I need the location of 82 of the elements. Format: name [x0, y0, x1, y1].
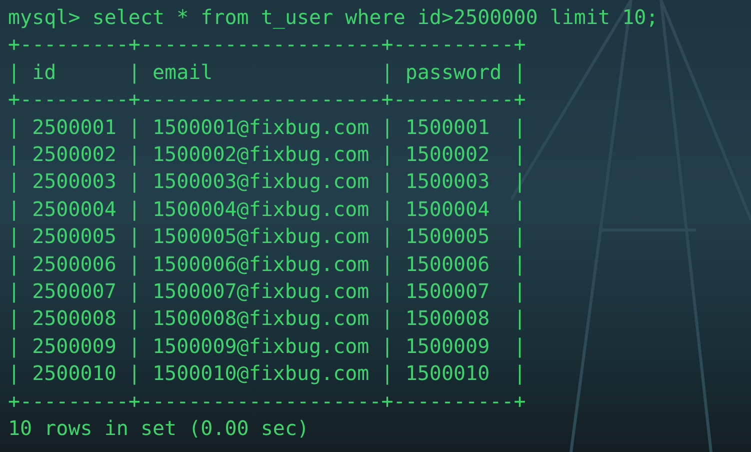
table-cell: 2500006 — [32, 252, 116, 276]
column-separator: | — [381, 223, 394, 250]
column-separator: | — [381, 196, 394, 223]
column-separator: | — [381, 305, 394, 332]
table-cell: 1500004 — [405, 196, 490, 221]
column-separator: | — [514, 332, 526, 360]
table-cell: 1500003 — [405, 169, 490, 194]
table-cell: 2500003 — [32, 169, 116, 194]
table-cell: 1500009 — [405, 334, 490, 358]
column-separator: | — [128, 114, 140, 141]
column-separator: | — [381, 168, 394, 196]
table-cell: 2500005 — [32, 224, 116, 248]
column-separator: | — [8, 223, 20, 250]
column-separator: | — [128, 196, 140, 223]
table-cell: 1500007@fixbug.com — [152, 279, 370, 304]
column-separator: | — [8, 250, 20, 278]
column-separator: | — [514, 278, 526, 306]
table-cell: 1500003@fixbug.com — [152, 169, 370, 194]
table-cell: 2500009 — [32, 334, 116, 358]
column-separator: | — [381, 360, 394, 388]
column-separator: | — [514, 196, 526, 223]
column-separator: | — [8, 114, 20, 141]
table-cell: 1500009@fixbug.com — [152, 334, 370, 358]
column-separator: | — [514, 360, 526, 388]
column-separator: | — [128, 250, 140, 278]
column-separator: | — [8, 305, 20, 332]
column-separator: | — [514, 141, 526, 168]
column-separator: | — [128, 168, 140, 196]
command-line: mysql> select * from t_user where id>2500000 limit 10; — [8, 4, 658, 31]
column-separator: | — [514, 305, 526, 332]
column-header: password — [405, 60, 502, 84]
table-cell: 1500002 — [405, 142, 490, 166]
column-separator: | — [514, 58, 526, 86]
column-separator: | — [514, 223, 526, 250]
table-cell: 1500005@fixbug.com — [152, 224, 370, 248]
table-cell: 2500008 — [32, 306, 116, 330]
column-separator: | — [381, 332, 394, 360]
column-separator: | — [128, 278, 140, 306]
column-separator: | — [381, 141, 394, 168]
table-cell: 1500010@fixbug.com — [152, 361, 370, 386]
column-separator: | — [128, 332, 140, 360]
column-separator: | — [514, 168, 526, 196]
table-cell: 1500008@fixbug.com — [152, 306, 370, 330]
table-cell: 2500004 — [32, 196, 116, 221]
column-separator: | — [8, 196, 20, 223]
column-separator: | — [128, 305, 140, 332]
column-separator: | — [514, 114, 526, 141]
table-cell: 1500010 — [405, 361, 490, 386]
column-separator: | — [8, 332, 20, 360]
table-cell: 2500007 — [32, 279, 116, 304]
column-header: id — [32, 60, 56, 84]
table-cell: 1500001@fixbug.com — [152, 114, 370, 139]
column-separator: | — [381, 278, 394, 306]
table-cell: 1500006 — [405, 252, 490, 276]
table-cell: 1500005 — [405, 224, 490, 248]
table-border: +---------+--------------------+----------+ — [8, 31, 526, 58]
column-separator: | — [128, 360, 140, 388]
table-border: +---------+--------------------+----------+ — [8, 388, 526, 415]
column-separator: | — [381, 58, 394, 86]
table-cell: 2500001 — [32, 114, 116, 139]
column-separator: | — [8, 360, 20, 388]
table-cell: 1500001 — [405, 114, 490, 139]
column-separator: | — [381, 250, 394, 278]
table-cell: 2500010 — [32, 361, 116, 386]
result-summary: 10 rows in set (0.00 sec) — [8, 415, 310, 442]
table-border: +---------+--------------------+----------+ — [8, 86, 526, 114]
table-cell: 2500002 — [32, 142, 116, 166]
column-separator: | — [381, 114, 394, 141]
table-cell: 1500006@fixbug.com — [152, 252, 370, 276]
table-cell: 1500007 — [405, 279, 490, 304]
column-separator: | — [514, 250, 526, 278]
column-separator: | — [8, 58, 20, 86]
column-separator: | — [8, 278, 20, 306]
column-separator: | — [128, 58, 140, 86]
table-cell: 1500008 — [405, 306, 490, 330]
table-cell: 1500002@fixbug.com — [152, 142, 370, 166]
table-cell: 1500004@fixbug.com — [152, 196, 370, 221]
column-separator: | — [8, 141, 20, 168]
column-header: email — [152, 60, 213, 84]
column-separator: | — [128, 223, 140, 250]
column-separator: | — [128, 141, 140, 168]
column-separator: | — [8, 168, 20, 196]
